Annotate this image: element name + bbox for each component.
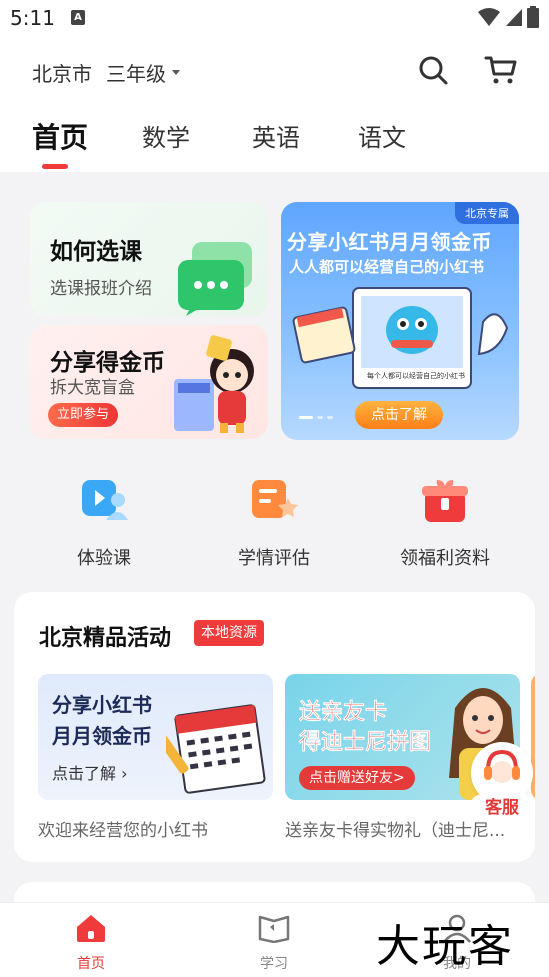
card-subtitle: 拆大宽盲盒 <box>50 378 135 398</box>
banner-title: 分享小红书月月领金币 <box>287 230 492 254</box>
tab-chinese[interactable]: 语文 <box>358 118 406 153</box>
grade-label[interactable]: 三年级 <box>106 58 166 87</box>
activity-card-share-note[interactable]: 分享小红书 月月领金币 点击了解 › <box>38 674 273 800</box>
activity-card-title: 分享小红书 月月领金币 <box>52 690 152 752</box>
status-time: 5:11 <box>10 6 55 30</box>
activity-link-label: 点击了解 <box>52 764 117 783</box>
nav-label: 首页 <box>77 956 105 972</box>
card-subtitle: 选课报班介绍 <box>50 279 152 299</box>
header: 北京市 三年级 首页 数学 英语 语文 <box>0 36 549 172</box>
banner-subtitle: 人人都可以经营自己的小红书 <box>289 258 485 276</box>
nav-label: 学习 <box>260 956 288 972</box>
headset-icon <box>484 749 520 783</box>
svg-text:每个人都可以经营自己的小红书: 每个人都可以经营自己的小红书 <box>367 371 465 380</box>
quick-link-label: 体验课 <box>77 548 131 569</box>
nav-study[interactable]: 学习 <box>234 913 314 973</box>
chat-bubble-icon <box>178 242 252 316</box>
activity-title-line: 月月领金币 <box>52 724 152 748</box>
notification-a-icon: A <box>71 10 85 25</box>
gift-icon <box>422 480 468 522</box>
activity-caption: 欢迎来经营您的小红书 <box>38 821 208 841</box>
customer-service-button[interactable]: 客服 <box>469 742 535 830</box>
card-title: 分享得金币 <box>50 350 165 376</box>
service-label[interactable]: 客服 <box>469 794 535 822</box>
activity-link[interactable]: 点击了解 › <box>52 760 128 784</box>
banner-illustration: 每个人都可以经营自己的小红书 <box>292 287 509 389</box>
watermark-text: 大玩客 <box>376 921 514 972</box>
carousel-dot <box>327 416 333 419</box>
study-book-icon <box>258 915 290 944</box>
chevron-right-icon: › <box>116 764 128 783</box>
quick-link-label: 领福利资料 <box>400 548 490 569</box>
activity-card-title: 送亲友卡 得迪士尼拼图 <box>299 698 431 758</box>
trial-class-icon <box>82 480 128 520</box>
join-now-button[interactable]: 立即参与 <box>48 403 118 427</box>
local-resource-badge: 本地资源 <box>194 620 264 646</box>
section-title: 北京精品活动 <box>39 626 172 651</box>
activity-title-line: 送亲友卡 <box>299 700 388 725</box>
tab-math[interactable]: 数学 <box>142 118 190 153</box>
tab-english[interactable]: 英语 <box>252 118 300 153</box>
quick-link-trial-class[interactable]: 体验课 <box>29 476 179 569</box>
wifi-icon <box>478 8 500 26</box>
status-bar: 5:11 A <box>0 0 549 36</box>
how-to-choose-card[interactable]: 如何选课 选课报班介绍 <box>30 202 268 316</box>
activity-title-line: 分享小红书 <box>52 693 152 717</box>
carousel-dots <box>299 416 333 419</box>
promo-banner[interactable]: 北京专属 分享小红书月月领金币 人人都可以经营自己的小红书 每个人都可以经营自己… <box>281 202 519 440</box>
tab-home[interactable]: 首页 <box>32 116 88 156</box>
nav-home[interactable]: 首页 <box>51 913 131 973</box>
learn-more-button[interactable]: 点击了解 <box>355 401 443 429</box>
status-icons <box>477 6 539 28</box>
caret-down-icon <box>172 70 180 75</box>
carousel-dot <box>299 416 313 419</box>
grade-selector[interactable]: 三年级 <box>106 58 180 87</box>
subject-tabs: 首页 数学 英语 语文 <box>0 118 549 172</box>
share-coins-card[interactable]: 分享得金币 拆大宽盲盒 立即参与 <box>30 325 268 439</box>
local-activities-section: 北京精品活动 本地资源 分享小红书 月月领金币 点击了解 › 送亲友卡 得迪士尼… <box>14 592 535 862</box>
signal-icon <box>506 9 522 26</box>
quick-link-label: 学情评估 <box>238 548 310 569</box>
carousel-dot <box>317 416 323 419</box>
assessment-icon <box>252 480 298 518</box>
banner-tag: 北京专属 <box>455 202 519 224</box>
city-label[interactable]: 北京市 <box>32 58 92 87</box>
gift-friend-button[interactable]: 点击赠送好友> <box>299 766 415 790</box>
card-title: 如何选课 <box>50 239 142 265</box>
quick-link-gift[interactable]: 领福利资料 <box>370 476 520 569</box>
active-tab-indicator <box>42 164 68 169</box>
cart-icon[interactable] <box>484 54 518 86</box>
activity-title-line: 得迪士尼拼图 <box>299 730 432 755</box>
battery-icon <box>527 6 539 28</box>
location-selector[interactable]: 北京市 三年级 <box>32 58 180 87</box>
home-icon <box>77 915 105 942</box>
search-icon[interactable] <box>417 54 449 86</box>
calendar-illustration <box>166 704 266 794</box>
blind-box-doll-illustration <box>174 335 254 433</box>
quick-link-assessment[interactable]: 学情评估 <box>199 476 349 569</box>
